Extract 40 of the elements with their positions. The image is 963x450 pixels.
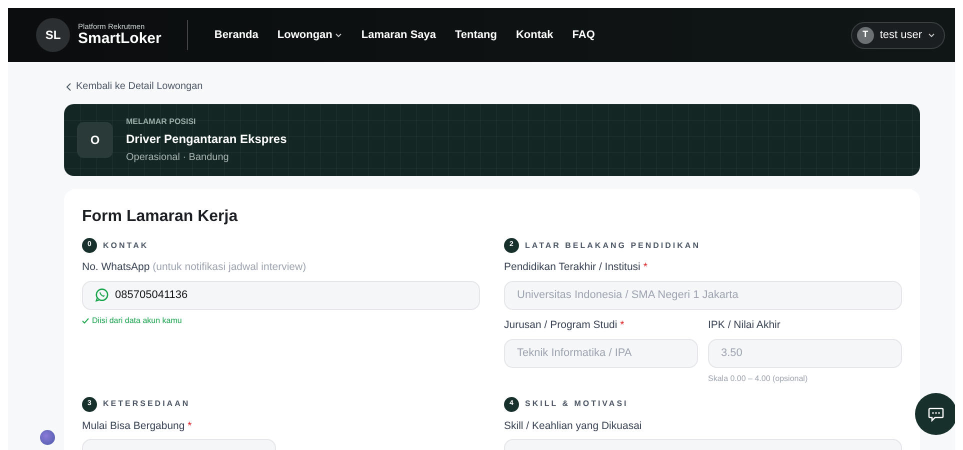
input-field[interactable]: Teknik Informatika / IPA bbox=[504, 338, 698, 368]
chat-phone-icon bbox=[95, 288, 109, 302]
form-title: Form Lamaran Kerja bbox=[82, 207, 239, 226]
back-link[interactable]: Kembali ke Detail Lowongan bbox=[66, 79, 203, 94]
help-text: Skala 0.00 – 4.00 (opsional) bbox=[708, 372, 808, 385]
position-eyebrow: MELAMAR POSISI bbox=[126, 116, 197, 128]
section-title: KONTAK bbox=[103, 240, 149, 252]
logo-badge: SL bbox=[36, 18, 70, 52]
chat-icon bbox=[928, 406, 944, 422]
nav-link[interactable]: Lowongan bbox=[277, 26, 342, 44]
nav-link[interactable]: Tentang bbox=[455, 26, 497, 44]
field-label: Jurusan / Program Studi * bbox=[504, 318, 626, 333]
input-field[interactable]: 3.50 bbox=[708, 338, 902, 368]
position-initial-badge: O bbox=[77, 122, 113, 158]
check-icon bbox=[82, 318, 89, 324]
nav-link[interactable]: Lamaran Saya bbox=[361, 26, 436, 44]
field-label: Pendidikan Terakhir / Institusi * bbox=[504, 260, 648, 276]
nav-link[interactable]: Kontak bbox=[516, 26, 554, 44]
phone-field[interactable]: 085705041136 bbox=[82, 280, 480, 310]
field-label: Mulai Bisa Bergabung * bbox=[82, 418, 193, 434]
position-title: Driver Pengantaran Ekspres bbox=[126, 130, 287, 148]
nav-link[interactable]: FAQ bbox=[572, 26, 595, 44]
caret-icon bbox=[928, 32, 935, 38]
field-label: IPK / Nilai Akhir bbox=[708, 318, 782, 333]
nav-link[interactable]: Beranda bbox=[214, 26, 258, 44]
section-title: SKILL & MOTIVASI bbox=[525, 398, 628, 410]
help-text: Diisi dari data akun kamu bbox=[92, 314, 182, 327]
field-label: No. WhatsApp (untuk notifikasi jadwal interview) bbox=[82, 260, 308, 276]
chevron-left-icon bbox=[66, 82, 71, 90]
user-menu-button[interactable]: T test user bbox=[850, 22, 945, 48]
chat-button[interactable] bbox=[915, 393, 955, 435]
input-field[interactable]: Universitas Indonesia / SMA Negeri 1 Jakarta bbox=[504, 280, 902, 310]
widget-icon[interactable] bbox=[40, 430, 55, 445]
section-title: KETERSEDIAAN bbox=[103, 398, 190, 410]
brand-name: SmartLoker bbox=[78, 30, 162, 47]
user-avatar: T bbox=[856, 26, 874, 44]
position-meta: Operasional · Bandung bbox=[126, 150, 230, 164]
section-title: LATAR BELAKANG PENDIDIKAN bbox=[525, 240, 700, 252]
caret-icon bbox=[335, 32, 342, 38]
field-label: Skill / Keahlian yang Dikuasai bbox=[504, 418, 643, 434]
